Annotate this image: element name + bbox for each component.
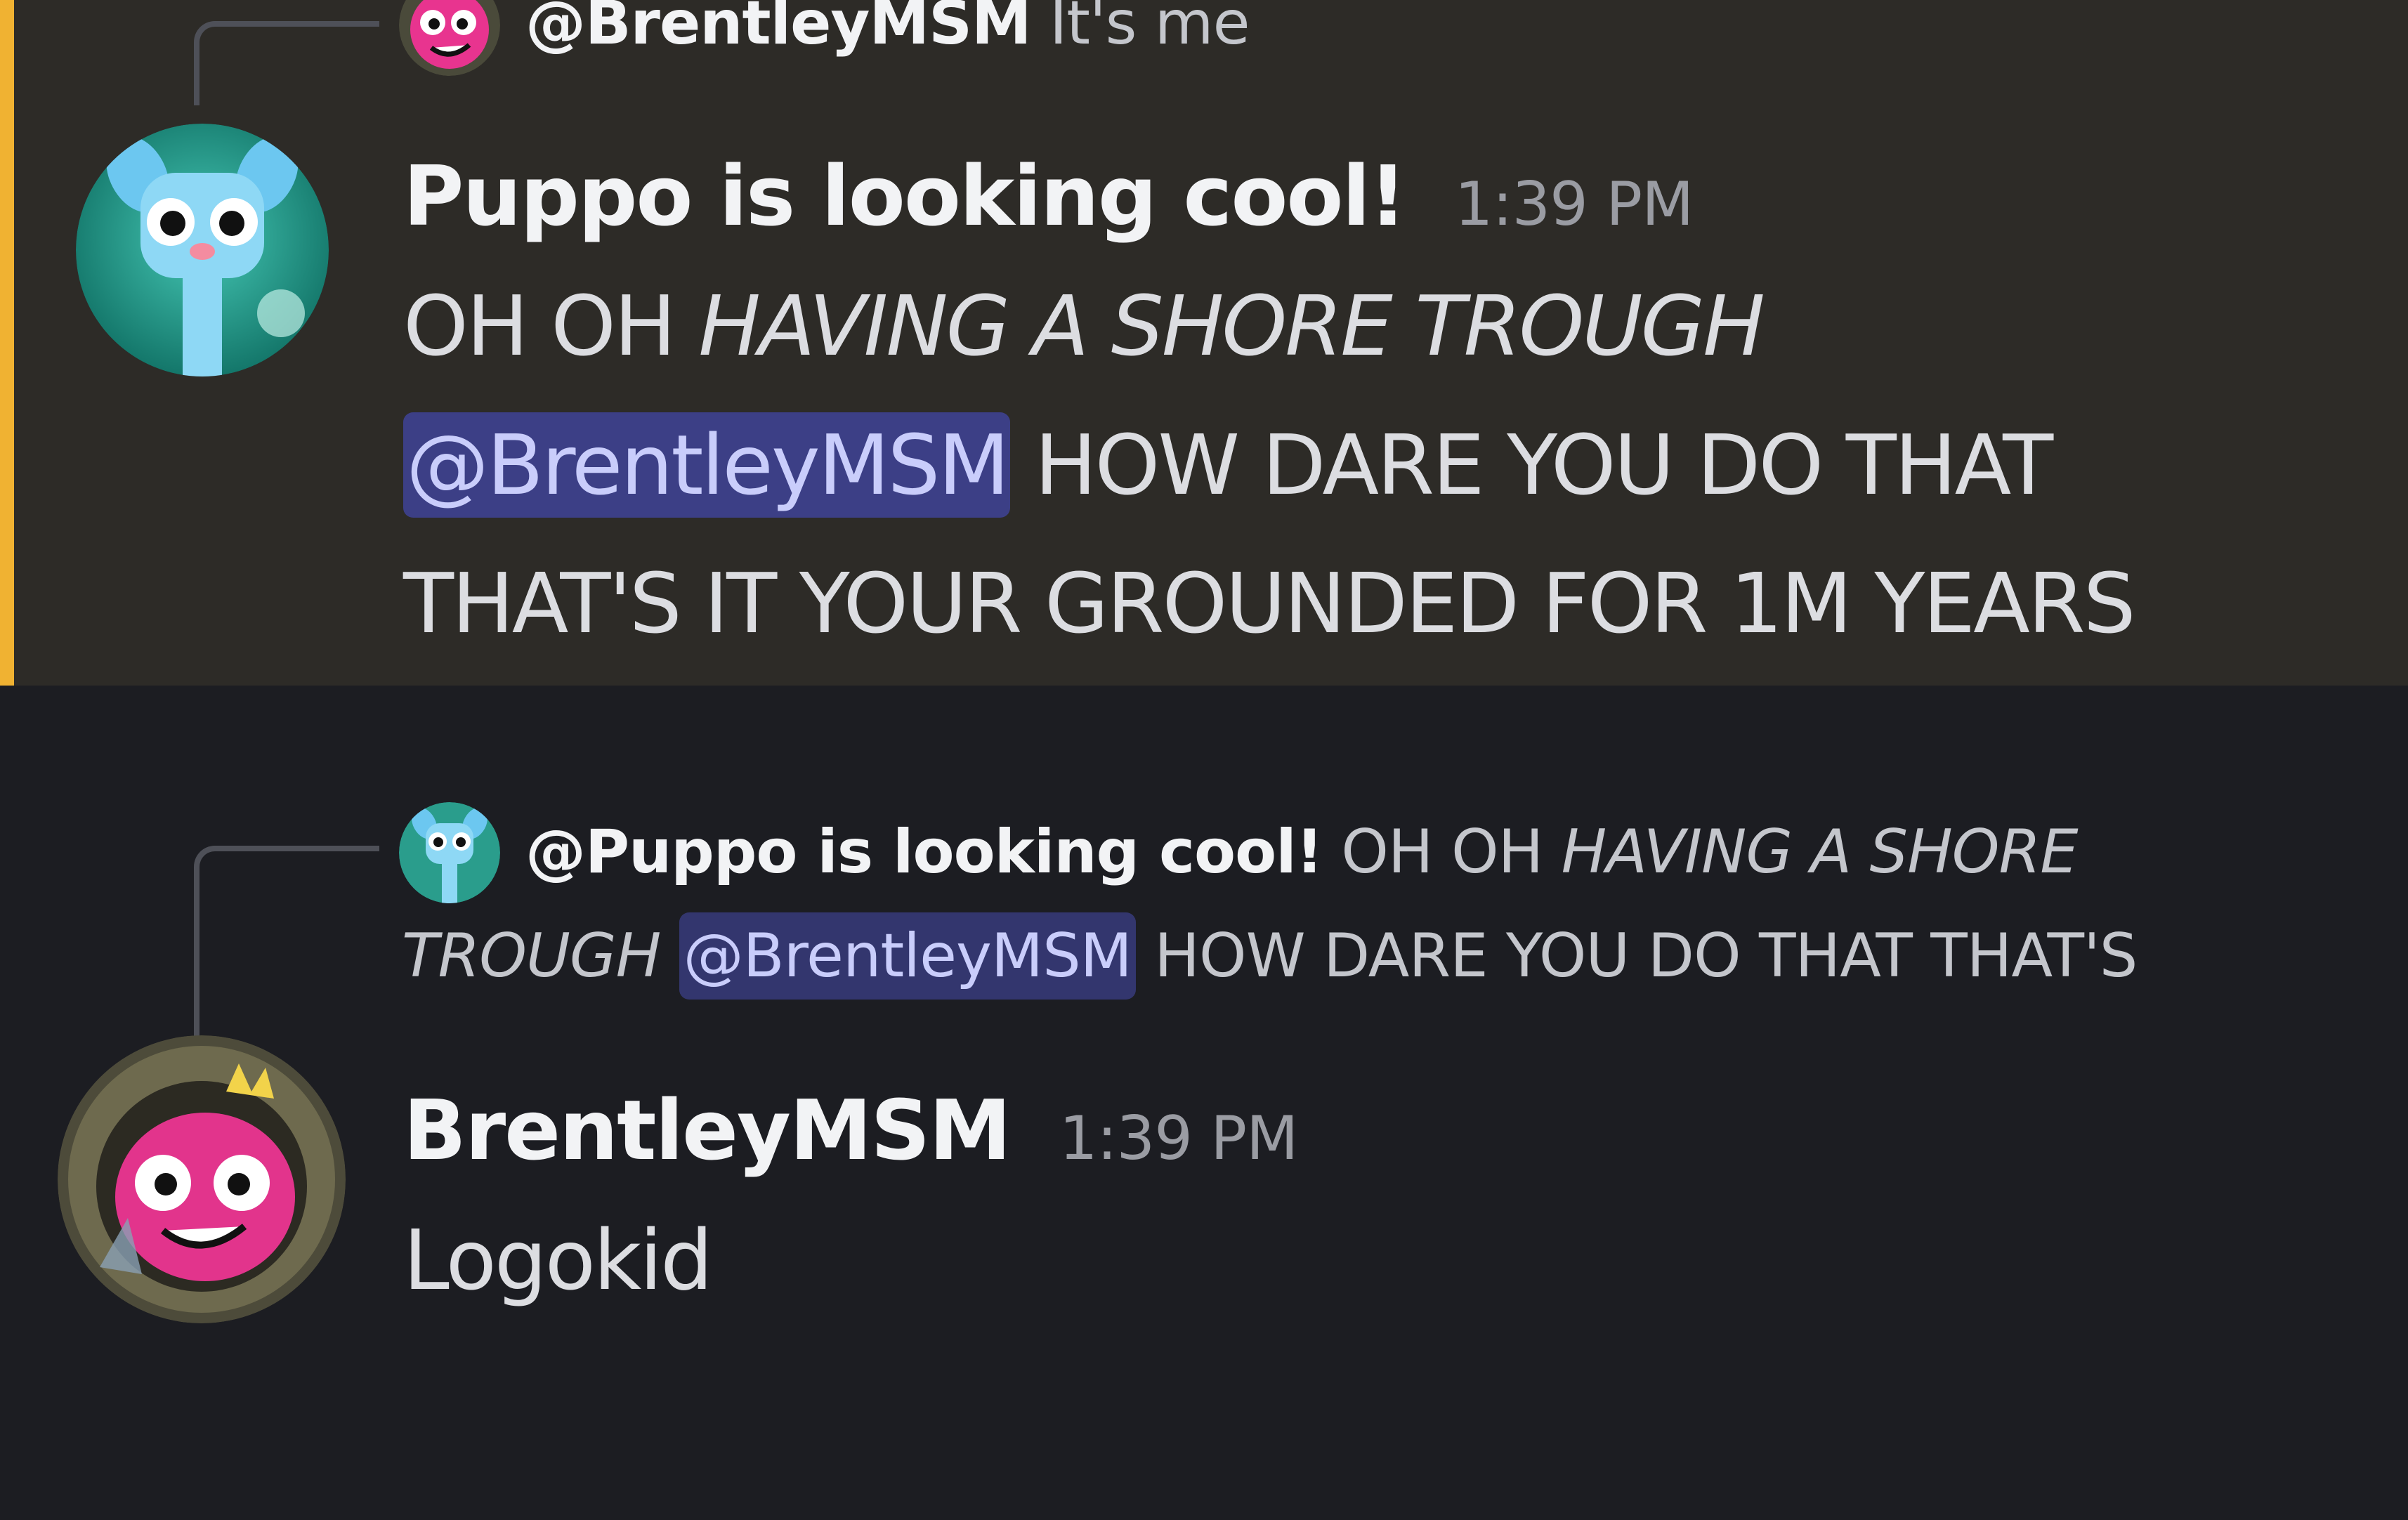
timestamp[interactable]: 1:39 PM — [1059, 1103, 1299, 1174]
timestamp[interactable]: 1:39 PM — [1455, 169, 1694, 240]
reply-preview-1[interactable]: @BrentleyMSM It's me — [525, 0, 1250, 53]
content-text: HOW DARE YOU DO THAT — [1010, 417, 2053, 513]
reply-preview-2-line-2[interactable]: TROUGH @BrentleyMSM HOW DARE YOU DO THAT… — [402, 912, 2138, 1000]
reply-snippet: OH OH — [1322, 817, 1562, 887]
blue-dog-avatar-icon — [76, 124, 329, 376]
reply-username[interactable]: @BrentleyMSM — [525, 0, 1032, 58]
author-username[interactable]: BrentleyMSM — [403, 1082, 1012, 1179]
reply-connector — [194, 21, 379, 105]
content-italic: HAVING A SHORE TROUGH — [698, 277, 1765, 374]
content-text: THAT'S IT YOUR GROUNDED FOR 1M YEARS — [403, 555, 2136, 652]
reply-snippet: It's me — [1049, 0, 1250, 58]
reply-user-mention[interactable]: @BrentleyMSM — [679, 912, 1136, 1000]
reply-preview-2-line-1[interactable]: @Puppo is looking cool! OH OH HAVING A S… — [525, 822, 2079, 882]
reply-snippet-italic: TROUGH — [402, 921, 661, 991]
message-content: Logokid — [403, 1219, 713, 1302]
user-mention[interactable]: @BrentleyMSM — [403, 412, 1011, 518]
content-text: Logokid — [403, 1212, 713, 1309]
author-username[interactable]: Puppo is looking cool! — [403, 148, 1407, 244]
message-header-2: BrentleyMSM 1:39 PM — [403, 1089, 1299, 1174]
mention-highlight-bar — [0, 0, 14, 686]
avatar-brentley[interactable] — [58, 1035, 346, 1323]
reply-snippet-italic: HAVING A SHORE — [1561, 817, 2079, 887]
reply-snippet: HOW DARE YOU DO THAT THAT'S — [1135, 921, 2138, 991]
message-content-line-2: @BrentleyMSM HOW DARE YOU DO THAT — [403, 412, 2053, 518]
avatar-puppo[interactable] — [76, 124, 329, 376]
message-content-line-3: THAT'S IT YOUR GROUNDED FOR 1M YEARS — [403, 562, 2136, 645]
message-header-1: Puppo is looking cool! 1:39 PM — [403, 155, 1694, 240]
reply-username[interactable]: @Puppo is looking cool! — [525, 817, 1323, 887]
message-content-line-1: OH OH HAVING A SHORE TROUGH — [403, 284, 1765, 367]
reply-avatar-puppo[interactable] — [399, 802, 500, 903]
blue-dog-avatar-icon — [399, 802, 500, 903]
content-text: OH OH — [403, 277, 699, 374]
reply-connector — [194, 846, 379, 1040]
pink-monster-avatar-icon — [58, 1035, 346, 1323]
